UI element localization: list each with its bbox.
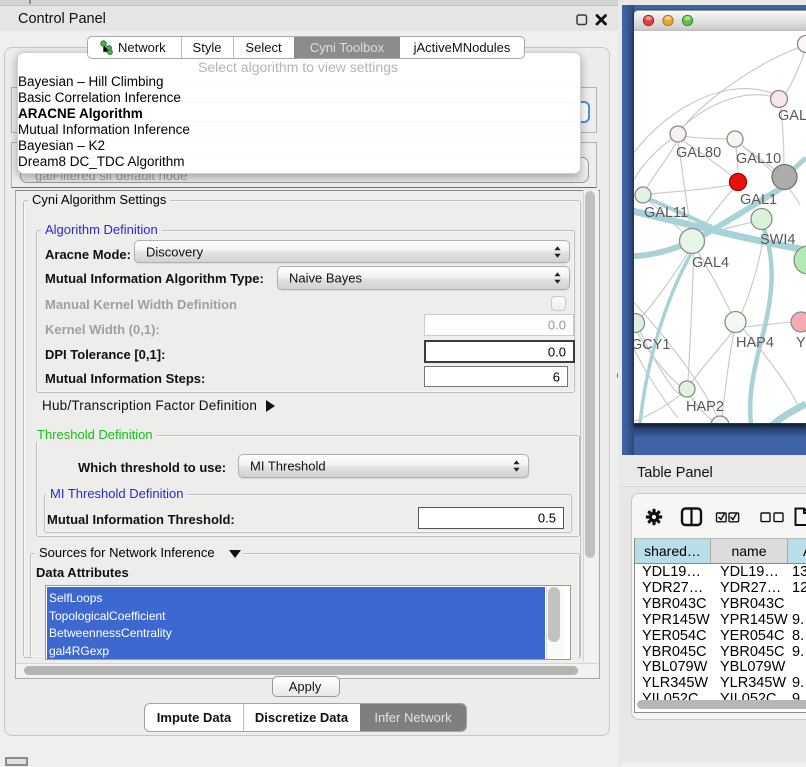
svg-text:GAL2: GAL2 bbox=[778, 108, 806, 124]
svg-text:GAL10: GAL10 bbox=[736, 151, 781, 167]
svg-text:GAL80: GAL80 bbox=[676, 145, 721, 161]
svg-text:Y: Y bbox=[796, 335, 806, 351]
svg-text:HAP2: HAP2 bbox=[686, 399, 724, 415]
svg-text:GAL4: GAL4 bbox=[692, 255, 729, 271]
svg-text:SWI4: SWI4 bbox=[760, 232, 795, 248]
svg-text:GAL1: GAL1 bbox=[740, 192, 777, 208]
svg-text:GCY1: GCY1 bbox=[634, 337, 671, 353]
svg-text:GAL11: GAL11 bbox=[644, 205, 688, 221]
svg-text:HAP4: HAP4 bbox=[736, 335, 774, 351]
